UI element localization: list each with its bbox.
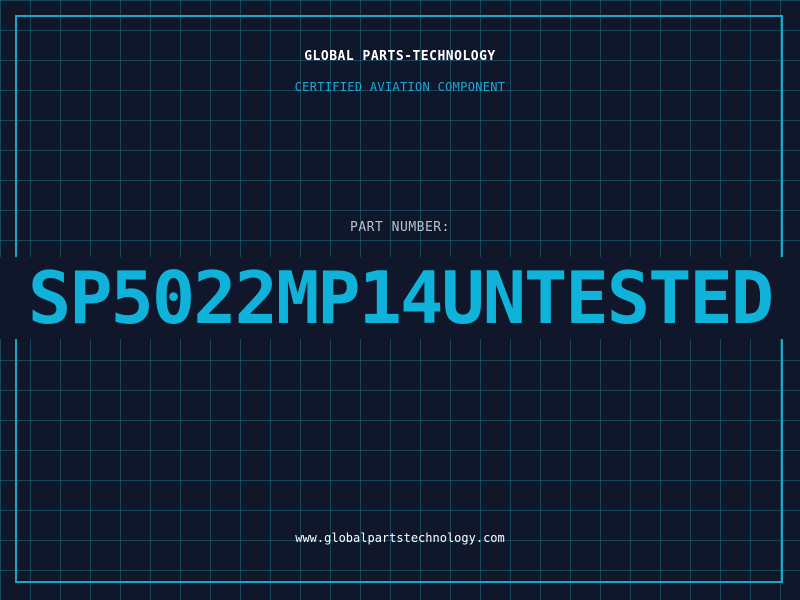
part-number-value: SP5022MP14UNTESTED <box>27 257 774 339</box>
part-label-card: GLOBAL PARTS-TECHNOLOGY CERTIFIED AVIATI… <box>0 0 800 600</box>
certification-subtitle: CERTIFIED AVIATION COMPONENT <box>294 80 506 94</box>
company-name: GLOBAL PARTS-TECHNOLOGY <box>304 49 496 64</box>
part-number-band: SP5022MP14UNTESTED <box>0 257 800 339</box>
part-number-label: PART NUMBER: <box>350 220 450 235</box>
website-url: www.globalpartstechnology.com <box>295 531 505 545</box>
